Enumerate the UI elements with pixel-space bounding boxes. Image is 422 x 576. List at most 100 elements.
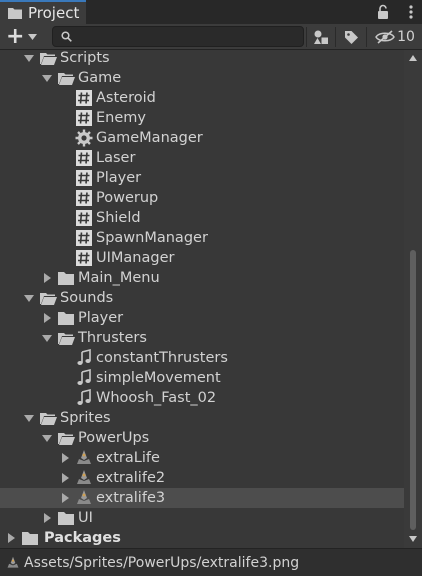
tree-row-shield[interactable]: Shield xyxy=(0,208,404,228)
tree-label: GameManager xyxy=(96,130,203,146)
vertical-scrollbar[interactable] xyxy=(404,50,422,548)
status-bar: Assets/Sprites/PowerUps/extralife3.png xyxy=(0,548,422,576)
folder-icon xyxy=(58,312,74,325)
tree-row-extralife3[interactable]: extralife3 xyxy=(0,488,404,508)
csharp-script-icon xyxy=(76,170,92,186)
tree-label: Powerup xyxy=(96,190,159,206)
more-options-icon[interactable] xyxy=(408,4,414,20)
tab-title: Project xyxy=(28,4,80,22)
folder-icon xyxy=(22,532,38,545)
search-by-type-button[interactable] xyxy=(310,27,332,47)
hidden-count: 10 xyxy=(397,29,415,45)
toolbar: + 10 xyxy=(0,24,422,50)
csharp-script-icon xyxy=(76,90,92,106)
tree-label: extralife3 xyxy=(96,490,166,506)
create-button[interactable]: + xyxy=(6,24,42,49)
toolbar-divider xyxy=(335,27,336,47)
expand-arrow-right-icon[interactable] xyxy=(42,313,52,323)
folder-icon xyxy=(58,512,74,525)
tree-label: Shield xyxy=(96,210,141,226)
expand-arrow-down-icon[interactable] xyxy=(42,73,52,83)
tree-row-simple-movement[interactable]: simpleMovement xyxy=(0,368,404,388)
tree-row-laser[interactable]: Laser xyxy=(0,148,404,168)
expand-arrow-down-icon[interactable] xyxy=(42,433,52,443)
search-input[interactable] xyxy=(77,28,297,45)
tree-label: Player xyxy=(96,170,142,186)
tag-icon xyxy=(344,30,358,44)
audio-clip-icon xyxy=(77,349,91,365)
csharp-script-icon xyxy=(76,190,92,206)
project-tree: Scripts Game Asteroid Enemy GameManager … xyxy=(0,50,404,548)
expand-arrow-right-icon[interactable] xyxy=(42,273,52,283)
folder-open-icon xyxy=(58,73,75,85)
tree-label: Packages xyxy=(44,530,121,546)
expand-arrow-down-icon[interactable] xyxy=(24,53,34,63)
hidden-packages-toggle[interactable]: 10 xyxy=(372,27,418,47)
ship-sprite-icon xyxy=(77,490,91,504)
tree-label: Asteroid xyxy=(96,90,156,106)
folder-open-icon xyxy=(58,433,75,445)
tree-row-powerups[interactable]: PowerUps xyxy=(0,428,404,448)
csharp-script-icon xyxy=(76,150,92,166)
ship-sprite-icon xyxy=(7,556,19,568)
expand-arrow-down-icon[interactable] xyxy=(24,293,34,303)
tree-label: SpawnManager xyxy=(96,230,208,246)
tree-row-extralife2[interactable]: extralife2 xyxy=(0,468,404,488)
tree-row-asteroid[interactable]: Asteroid xyxy=(0,88,404,108)
search-field[interactable] xyxy=(52,26,304,47)
folder-open-icon xyxy=(40,293,57,305)
expand-arrow-right-icon[interactable] xyxy=(60,473,70,483)
expand-arrow-down-icon[interactable] xyxy=(24,413,34,423)
expand-arrow-right-icon[interactable] xyxy=(42,513,52,523)
tab-bar: Project xyxy=(0,0,422,24)
chevron-down-icon xyxy=(28,34,38,40)
tree-row-extra-life[interactable]: extraLife xyxy=(0,448,404,468)
tree-label: UIManager xyxy=(96,250,175,266)
tree-row-constant-thrusters[interactable]: constantThrusters xyxy=(0,348,404,368)
tree-row-spawn-manager[interactable]: SpawnManager xyxy=(0,228,404,248)
tab-project[interactable]: Project xyxy=(0,0,86,24)
search-by-label-button[interactable] xyxy=(340,27,362,47)
tree-label: PowerUps xyxy=(78,430,150,446)
tree-row-game-manager[interactable]: GameManager xyxy=(0,128,404,148)
expand-arrow-down-icon[interactable] xyxy=(42,333,52,343)
tree-label: Scripts xyxy=(60,50,110,66)
plus-icon: + xyxy=(6,24,25,49)
audio-clip-icon xyxy=(77,369,91,385)
eye-slash-icon xyxy=(375,30,395,44)
tree-row-ui[interactable]: UI xyxy=(0,508,404,528)
tree-row-packages[interactable]: Packages xyxy=(0,528,404,548)
tree-label: constantThrusters xyxy=(96,350,228,366)
scroll-up-arrow-icon[interactable] xyxy=(409,55,417,61)
expand-arrow-right-icon[interactable] xyxy=(60,493,70,503)
tree-label: Sounds xyxy=(60,290,114,306)
tree-row-player[interactable]: Player xyxy=(0,168,404,188)
csharp-script-icon xyxy=(76,110,92,126)
tree-label: Game xyxy=(78,70,122,86)
expand-arrow-right-icon[interactable] xyxy=(60,453,70,463)
tree-label: simpleMovement xyxy=(96,370,221,386)
tree-row-game[interactable]: Game xyxy=(0,68,404,88)
lock-icon[interactable] xyxy=(376,4,390,20)
tree-row-sprites[interactable]: Sprites xyxy=(0,408,404,428)
tree-row-powerup[interactable]: Powerup xyxy=(0,188,404,208)
tree-row-ui-manager[interactable]: UIManager xyxy=(0,248,404,268)
tree-label: extralife2 xyxy=(96,470,166,486)
expand-arrow-right-icon[interactable] xyxy=(6,533,16,543)
ship-sprite-icon xyxy=(77,470,91,484)
folder-icon xyxy=(8,8,22,19)
scrollbar-thumb[interactable] xyxy=(410,250,416,530)
tree-row-sounds[interactable]: Sounds xyxy=(0,288,404,308)
tree-row-scripts[interactable]: Scripts xyxy=(0,50,404,68)
tree-row-whoosh[interactable]: Whoosh_Fast_02 xyxy=(0,388,404,408)
tree-row-sounds-player[interactable]: Player xyxy=(0,308,404,328)
csharp-script-icon xyxy=(76,250,92,266)
tree-row-thrusters[interactable]: Thrusters xyxy=(0,328,404,348)
scroll-down-arrow-icon[interactable] xyxy=(409,536,417,542)
tree-label: Enemy xyxy=(96,110,146,126)
tree-row-enemy[interactable]: Enemy xyxy=(0,108,404,128)
tree-label: Main_Menu xyxy=(78,270,160,286)
tree-label: Whoosh_Fast_02 xyxy=(96,390,217,406)
csharp-script-icon xyxy=(76,210,92,226)
tree-row-main-menu[interactable]: Main_Menu xyxy=(0,268,404,288)
